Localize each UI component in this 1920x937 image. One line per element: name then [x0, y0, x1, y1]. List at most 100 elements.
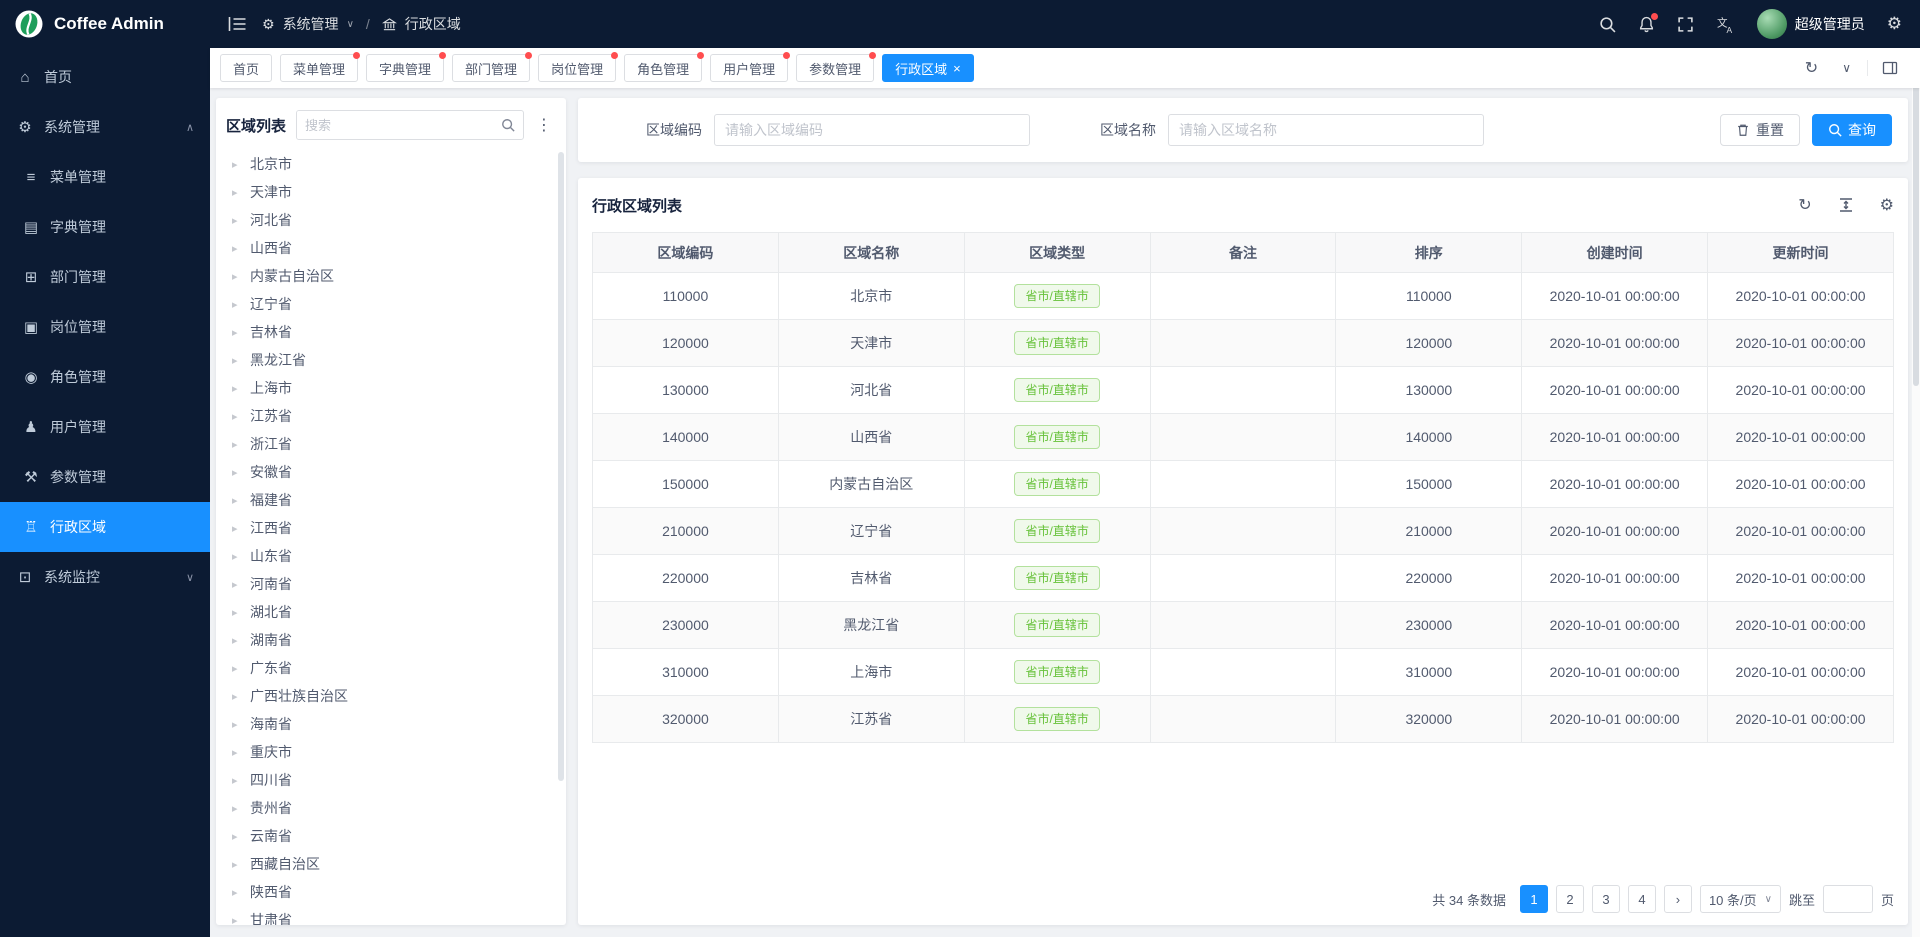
- avatar[interactable]: [1757, 9, 1787, 39]
- tree-item[interactable]: ▸ 天津市: [226, 178, 554, 206]
- tree-item[interactable]: ▸ 河南省: [226, 570, 554, 598]
- refresh-icon[interactable]: ↻: [1798, 195, 1811, 215]
- expand-arrow-icon[interactable]: ▸: [232, 326, 242, 339]
- expand-arrow-icon[interactable]: ▸: [232, 298, 242, 311]
- expand-arrow-icon[interactable]: ▸: [232, 746, 242, 759]
- tab[interactable]: 部门管理 ×: [452, 54, 530, 82]
- settings-gear-icon[interactable]: ⚙: [1887, 14, 1902, 34]
- tree-item[interactable]: ▸ 福建省: [226, 486, 554, 514]
- column-header[interactable]: 区域类型: [964, 233, 1150, 273]
- table-row[interactable]: 130000 河北省 省市/直辖市 130000 2020-10-01 00:0…: [593, 367, 1894, 414]
- sidebar-subitem[interactable]: ▣ 岗位管理: [0, 302, 210, 352]
- expand-arrow-icon[interactable]: ▸: [232, 578, 242, 591]
- expand-arrow-icon[interactable]: ▸: [232, 886, 242, 899]
- tree-item[interactable]: ▸ 重庆市: [226, 738, 554, 766]
- tree-item[interactable]: ▸ 安徽省: [226, 458, 554, 486]
- tree-item[interactable]: ▸ 湖南省: [226, 626, 554, 654]
- search-button[interactable]: 查询: [1812, 114, 1892, 146]
- tree-scrollbar-thumb[interactable]: [558, 152, 564, 781]
- expand-arrow-icon[interactable]: ▸: [232, 270, 242, 283]
- page-button[interactable]: 2: [1556, 885, 1584, 913]
- search-icon[interactable]: [1599, 16, 1616, 33]
- expand-arrow-icon[interactable]: ▸: [232, 354, 242, 367]
- page-button[interactable]: 3: [1592, 885, 1620, 913]
- sidebar-subitem[interactable]: ▤ 字典管理: [0, 202, 210, 252]
- row-height-icon[interactable]: [1838, 195, 1854, 215]
- table-row[interactable]: 210000 辽宁省 省市/直辖市 210000 2020-10-01 00:0…: [593, 508, 1894, 555]
- expand-arrow-icon[interactable]: ▸: [232, 410, 242, 423]
- bell-icon[interactable]: [1638, 16, 1655, 33]
- page-scrollbar-thumb[interactable]: [1913, 56, 1919, 386]
- table-row[interactable]: 110000 北京市 省市/直辖市 110000 2020-10-01 00:0…: [593, 273, 1894, 320]
- page-button[interactable]: 1: [1520, 885, 1548, 913]
- expand-arrow-icon[interactable]: ▸: [232, 158, 242, 171]
- tree-item[interactable]: ▸ 四川省: [226, 766, 554, 794]
- tree-item[interactable]: ▸ 黑龙江省: [226, 346, 554, 374]
- expand-arrow-icon[interactable]: ▸: [232, 662, 242, 675]
- tab[interactable]: 菜单管理 ×: [280, 54, 358, 82]
- page-size-select[interactable]: 10 条/页 ∨: [1700, 885, 1781, 913]
- tree-item[interactable]: ▸ 辽宁省: [226, 290, 554, 318]
- table-row[interactable]: 230000 黑龙江省 省市/直辖市 230000 2020-10-01 00:…: [593, 602, 1894, 649]
- tab[interactable]: 参数管理 ×: [796, 54, 874, 82]
- expand-arrow-icon[interactable]: ▸: [232, 802, 242, 815]
- tree-item[interactable]: ▸ 内蒙古自治区: [226, 262, 554, 290]
- column-header[interactable]: 备注: [1150, 233, 1336, 273]
- tree-item[interactable]: ▸ 陕西省: [226, 878, 554, 906]
- tree-search-input[interactable]: [297, 111, 493, 139]
- column-header[interactable]: 更新时间: [1708, 233, 1894, 273]
- expand-arrow-icon[interactable]: ▸: [232, 914, 242, 926]
- column-header[interactable]: 排序: [1336, 233, 1522, 273]
- jump-page-input[interactable]: [1823, 885, 1873, 913]
- table-row[interactable]: 140000 山西省 省市/直辖市 140000 2020-10-01 00:0…: [593, 414, 1894, 461]
- page-scrollbar[interactable]: [1912, 48, 1920, 937]
- expand-arrow-icon[interactable]: ▸: [232, 690, 242, 703]
- sidebar-subitem[interactable]: ♖ 行政区域: [0, 502, 210, 552]
- sidebar-item-home[interactable]: ⌂ 首页: [0, 52, 210, 102]
- tab[interactable]: 用户管理 ×: [710, 54, 788, 82]
- column-header[interactable]: 创建时间: [1522, 233, 1708, 273]
- sidebar-group-system[interactable]: ⚙ 系统管理 ∧: [0, 102, 210, 152]
- expand-arrow-icon[interactable]: ▸: [232, 494, 242, 507]
- expand-arrow-icon[interactable]: ▸: [232, 522, 242, 535]
- expand-arrow-icon[interactable]: ▸: [232, 830, 242, 843]
- tree-item[interactable]: ▸ 海南省: [226, 710, 554, 738]
- tree-item[interactable]: ▸ 吉林省: [226, 318, 554, 346]
- sidebar-collapse-icon[interactable]: [228, 16, 246, 32]
- tab-close-icon[interactable]: ×: [953, 62, 961, 75]
- expand-arrow-icon[interactable]: ▸: [232, 858, 242, 871]
- expand-arrow-icon[interactable]: ▸: [232, 718, 242, 731]
- tree-item[interactable]: ▸ 广西壮族自治区: [226, 682, 554, 710]
- user-menu[interactable]: 超级管理员: [1757, 9, 1865, 39]
- region-name-input[interactable]: [1168, 114, 1484, 146]
- expand-arrow-icon[interactable]: ▸: [232, 774, 242, 787]
- tree-item[interactable]: ▸ 河北省: [226, 206, 554, 234]
- expand-arrow-icon[interactable]: ▸: [232, 242, 242, 255]
- tree-item[interactable]: ▸ 江西省: [226, 514, 554, 542]
- breadcrumb-section[interactable]: 系统管理: [283, 14, 339, 34]
- table-row[interactable]: 320000 江苏省 省市/直辖市 320000 2020-10-01 00:0…: [593, 696, 1894, 743]
- tab[interactable]: 字典管理 ×: [366, 54, 444, 82]
- expand-arrow-icon[interactable]: ▸: [232, 382, 242, 395]
- expand-arrow-icon[interactable]: ▸: [232, 214, 242, 227]
- table-row[interactable]: 220000 吉林省 省市/直辖市 220000 2020-10-01 00:0…: [593, 555, 1894, 602]
- column-header[interactable]: 区域编码: [593, 233, 779, 273]
- tree-item[interactable]: ▸ 贵州省: [226, 794, 554, 822]
- page-button[interactable]: 4: [1628, 885, 1656, 913]
- tree-item[interactable]: ▸ 西藏自治区: [226, 850, 554, 878]
- tree-item[interactable]: ▸ 江苏省: [226, 402, 554, 430]
- region-code-input[interactable]: [714, 114, 1030, 146]
- tab[interactable]: 首页 ×: [220, 54, 272, 82]
- refresh-icon[interactable]: ↻: [1793, 58, 1830, 78]
- sidebar-subitem[interactable]: ≡ 菜单管理: [0, 152, 210, 202]
- tree-item[interactable]: ▸ 云南省: [226, 822, 554, 850]
- expand-arrow-icon[interactable]: ▸: [232, 606, 242, 619]
- tree-item[interactable]: ▸ 北京市: [226, 150, 554, 178]
- expand-arrow-icon[interactable]: ▸: [232, 186, 242, 199]
- sidebar-group-monitor[interactable]: ⊡ 系统监控 ∨: [0, 552, 210, 602]
- table-row[interactable]: 120000 天津市 省市/直辖市 120000 2020-10-01 00:0…: [593, 320, 1894, 367]
- panel-toggle-icon[interactable]: [1867, 60, 1910, 76]
- expand-arrow-icon[interactable]: ▸: [232, 634, 242, 647]
- tree-item[interactable]: ▸ 山东省: [226, 542, 554, 570]
- sidebar-subitem[interactable]: ⊞ 部门管理: [0, 252, 210, 302]
